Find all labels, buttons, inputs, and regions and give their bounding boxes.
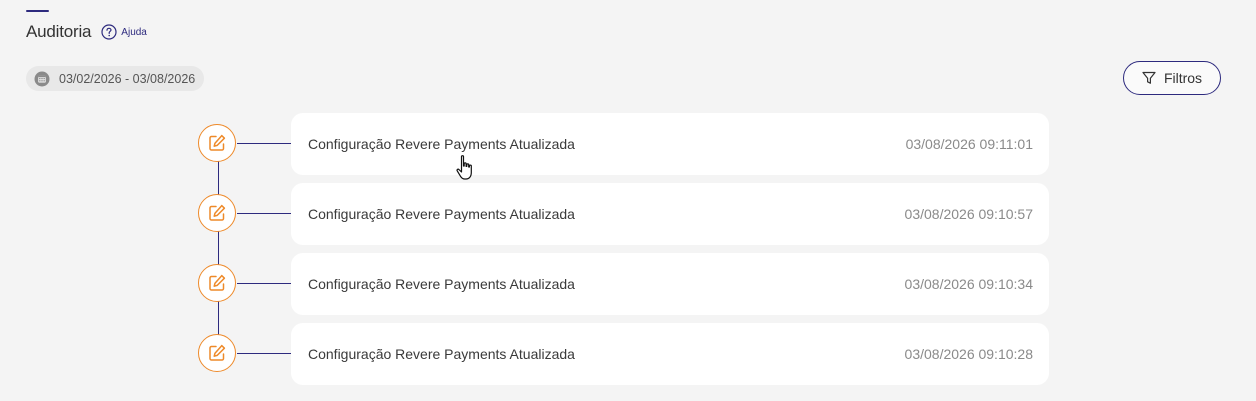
title-accent-bar xyxy=(26,10,49,12)
filters-button[interactable]: Filtros xyxy=(1123,61,1221,95)
timeline-event: Configuração Revere Payments Atualizada … xyxy=(198,323,1049,385)
event-timestamp: 03/08/2026 09:10:28 xyxy=(904,346,1033,362)
filters-label: Filtros xyxy=(1163,70,1203,86)
filter-funnel-icon xyxy=(1142,71,1156,85)
event-timestamp: 03/08/2026 09:11:01 xyxy=(905,136,1033,152)
timeline-event: Configuração Revere Payments Atualizada … xyxy=(198,113,1049,175)
page-title: Auditoria xyxy=(26,22,92,41)
event-title: Configuração Revere Payments Atualizada xyxy=(308,276,575,292)
page-header: Auditoria Ajuda xyxy=(26,20,147,44)
timeline-event: Configuração Revere Payments Atualizada … xyxy=(198,183,1049,245)
event-title: Configuração Revere Payments Atualizada xyxy=(308,136,575,152)
event-node xyxy=(198,264,236,302)
help-link[interactable]: Ajuda xyxy=(101,24,147,40)
edit-icon xyxy=(207,133,227,153)
event-connector xyxy=(237,143,291,144)
event-title: Configuração Revere Payments Atualizada xyxy=(308,206,575,222)
event-card[interactable]: Configuração Revere Payments Atualizada … xyxy=(291,113,1049,175)
event-connector xyxy=(237,283,291,284)
event-node xyxy=(198,124,236,162)
question-circle-icon xyxy=(101,24,117,40)
calendar-icon xyxy=(34,71,50,87)
event-card[interactable]: Configuração Revere Payments Atualizada … xyxy=(291,323,1049,385)
help-label: Ajuda xyxy=(121,26,147,38)
edit-icon xyxy=(207,343,227,363)
event-connector xyxy=(237,213,291,214)
event-timestamp: 03/08/2026 09:10:57 xyxy=(904,206,1033,222)
event-connector xyxy=(237,353,291,354)
event-node xyxy=(198,194,236,232)
date-range-label: 03/02/2026 - 03/08/2026 xyxy=(59,71,196,86)
event-card[interactable]: Configuração Revere Payments Atualizada … xyxy=(291,183,1049,245)
event-node xyxy=(198,334,236,372)
edit-icon xyxy=(207,273,227,293)
edit-icon xyxy=(207,203,227,223)
event-title: Configuração Revere Payments Atualizada xyxy=(308,346,575,362)
timeline-event: Configuração Revere Payments Atualizada … xyxy=(198,253,1049,315)
event-timestamp: 03/08/2026 09:10:34 xyxy=(904,276,1033,292)
event-card[interactable]: Configuração Revere Payments Atualizada … xyxy=(291,253,1049,315)
date-range-chip[interactable]: 03/02/2026 - 03/08/2026 xyxy=(26,66,205,91)
